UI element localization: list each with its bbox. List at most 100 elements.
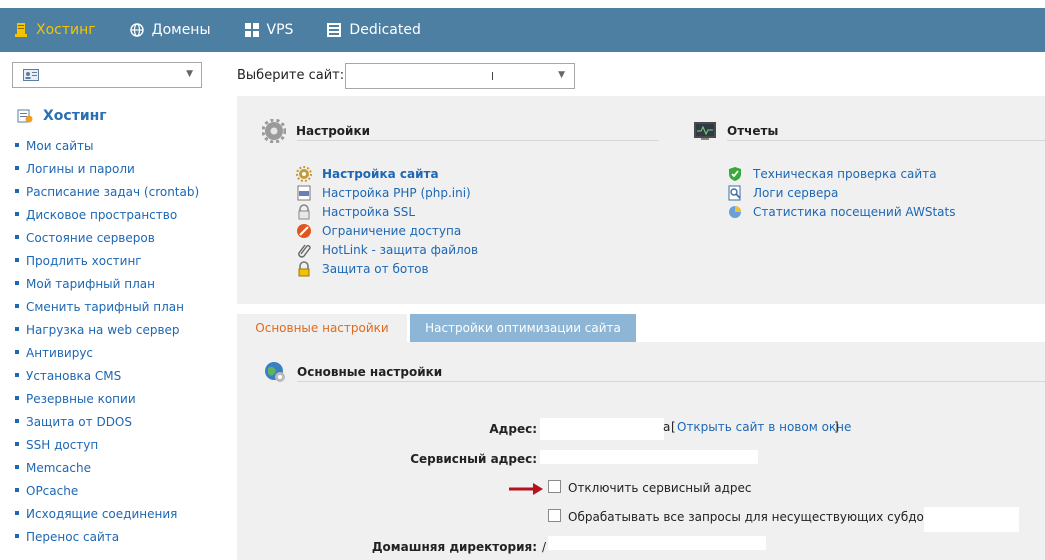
- rack-icon: [327, 23, 342, 37]
- home-directory-prefix: /: [542, 540, 547, 554]
- link-server-logs-label: Логи сервера: [753, 185, 839, 200]
- settings-title: Настройки: [296, 124, 371, 138]
- link-tech-check-label: Техническая проверка сайта: [753, 166, 937, 181]
- link-bot-protection[interactable]: Защита от ботов: [296, 259, 478, 278]
- link-site-settings-label: Настройка сайта: [322, 166, 439, 181]
- sidebar-item-disk-space[interactable]: Дисковое пространство: [15, 206, 199, 229]
- globe-icon: [129, 23, 144, 37]
- sidebar-item-memcache[interactable]: Memcache: [15, 459, 199, 482]
- link-php-settings-label: Настройка PHP (php.ini): [322, 185, 471, 200]
- disable-service-address-checkbox[interactable]: [548, 480, 561, 493]
- link-hotlink[interactable]: HotLink - защита файлов: [296, 240, 478, 259]
- monitor-icon: [693, 119, 717, 143]
- process-all-subdomains-label: Обрабатывать все запросы для несуществую…: [568, 510, 963, 524]
- forbidden-icon: [296, 223, 312, 239]
- id-card-icon: [23, 68, 39, 82]
- open-link-bracket-left: [: [671, 420, 676, 434]
- reports-links: Техническая проверка сайта Логи сервера …: [727, 164, 955, 221]
- link-ssl-settings[interactable]: Настройка SSL: [296, 202, 478, 221]
- server-icon: [14, 23, 28, 37]
- sidebar-item-ssh[interactable]: SSH доступ: [15, 436, 199, 459]
- nav-hosting[interactable]: Хостинг: [0, 8, 96, 52]
- reports-title: Отчеты: [727, 124, 779, 138]
- open-link-bracket-right: ]: [834, 420, 839, 434]
- php-file-icon: [296, 185, 312, 201]
- link-bot-protection-label: Защита от ботов: [322, 261, 429, 276]
- link-tech-check[interactable]: Техническая проверка сайта: [727, 164, 955, 183]
- sidebar-item-backups[interactable]: Резервные копии: [15, 390, 199, 413]
- shield-check-icon: [727, 166, 743, 182]
- hosting-icon: [17, 108, 33, 124]
- globe-settings-icon: [263, 360, 287, 384]
- redacted-field: [924, 507, 1019, 532]
- nav-vps-label: VPS: [266, 22, 294, 38]
- nav-dedicated[interactable]: Dedicated: [313, 8, 421, 52]
- tab-optimization-settings[interactable]: Настройки оптимизации сайта: [410, 314, 636, 342]
- gear-icon: [296, 165, 312, 182]
- link-server-logs[interactable]: Логи сервера: [727, 183, 955, 202]
- sidebar-item-crontab[interactable]: Расписание задач (crontab): [15, 183, 199, 206]
- open-site-new-window-link[interactable]: Открыть сайт в новом окне: [677, 420, 851, 434]
- sidebar-item-renew[interactable]: Продлить хостинг: [15, 252, 199, 275]
- chevron-down-icon: ▼: [186, 69, 193, 79]
- gears-icon: [261, 118, 287, 144]
- disable-service-address-label: Отключить сервисный адрес: [568, 481, 752, 495]
- sidebar-item-cms[interactable]: Установка CMS: [15, 367, 199, 390]
- sidebar: ▼ Хостинг Мои сайты Логины и пароли Расп…: [0, 52, 215, 560]
- address-label: Адрес:: [489, 422, 537, 436]
- nav-hosting-label: Хостинг: [36, 22, 96, 38]
- sidebar-item-my-plan[interactable]: Мой тарифный план: [15, 275, 199, 298]
- paperclip-icon: [296, 242, 312, 258]
- link-site-settings[interactable]: Настройка сайта: [296, 164, 478, 183]
- link-php-settings[interactable]: Настройка PHP (php.ini): [296, 183, 478, 202]
- nav-dedicated-label: Dedicated: [349, 22, 421, 38]
- sidebar-item-server-status[interactable]: Состояние серверов: [15, 229, 199, 252]
- sidebar-item-web-load[interactable]: Нагрузка на web сервер: [15, 321, 199, 344]
- sidebar-item-migration[interactable]: Перенос сайта: [15, 528, 199, 551]
- sidebar-menu: Мои сайты Логины и пароли Расписание зад…: [15, 137, 199, 551]
- tools-panel: Настройки Настройка сайта Настройка PHP …: [237, 96, 1045, 304]
- nav-vps[interactable]: VPS: [231, 8, 294, 52]
- sidebar-title-label: Хостинг: [43, 108, 107, 124]
- link-awstats[interactable]: Статистика посещений AWStats: [727, 202, 955, 221]
- red-arrow-annotation: [509, 483, 543, 495]
- sidebar-item-ddos[interactable]: Защита от DDOS: [15, 413, 199, 436]
- pie-chart-icon: [727, 204, 743, 220]
- link-hotlink-label: HotLink - защита файлов: [322, 242, 479, 257]
- link-access-restriction-label: Ограничение доступа: [322, 223, 462, 238]
- home-directory-label: Домашняя директория:: [371, 540, 537, 554]
- link-awstats-label: Статистика посещений AWStats: [753, 204, 956, 219]
- sidebar-item-outgoing[interactable]: Исходящие соединения: [15, 505, 199, 528]
- home-directory-value-redacted: [548, 536, 766, 550]
- site-select-label: Выберите сайт:: [237, 68, 345, 83]
- lock-icon: [296, 203, 312, 220]
- blocks-icon: [244, 23, 259, 37]
- top-navigation: Хостинг Домены VPS Dedicated: [0, 8, 1045, 52]
- nav-domains[interactable]: Домены: [116, 8, 211, 52]
- sidebar-item-antivirus[interactable]: Антивирус: [15, 344, 199, 367]
- text-cursor: [492, 72, 493, 80]
- service-address-value-redacted: [540, 450, 758, 464]
- nav-domains-label: Домены: [151, 22, 211, 38]
- link-ssl-settings-label: Настройка SSL: [322, 204, 416, 219]
- settings-links: Настройка сайта Настройка PHP (php.ini) …: [296, 164, 478, 278]
- sidebar-item-my-sites[interactable]: Мои сайты: [15, 137, 199, 160]
- sidebar-title: Хостинг: [17, 108, 107, 124]
- reports-divider: [727, 140, 1045, 141]
- site-select[interactable]: ▼: [345, 63, 575, 89]
- basic-settings-title-label: Основные настройки: [297, 365, 443, 379]
- sidebar-item-change-plan[interactable]: Сменить тарифный план: [15, 298, 199, 321]
- chevron-down-icon: ▼: [558, 70, 565, 80]
- tab-basic-settings[interactable]: Основные настройки: [237, 314, 407, 342]
- account-select[interactable]: ▼: [12, 62, 202, 88]
- main-content: Выберите сайт: ▼ Настройки Настройка сай…: [237, 52, 1045, 560]
- sidebar-item-logins[interactable]: Логины и пароли: [15, 160, 199, 183]
- process-all-subdomains-checkbox[interactable]: [548, 509, 561, 522]
- basic-settings-divider: [297, 381, 1045, 382]
- basic-settings-panel: Основные настройки Адрес: a [ Открыть са…: [237, 342, 1045, 560]
- log-icon: [727, 185, 743, 201]
- address-value-tail: a: [663, 420, 671, 434]
- sidebar-item-opcache[interactable]: OPcache: [15, 482, 199, 505]
- link-access-restriction[interactable]: Ограничение доступа: [296, 221, 478, 240]
- padlock-icon: [296, 260, 312, 277]
